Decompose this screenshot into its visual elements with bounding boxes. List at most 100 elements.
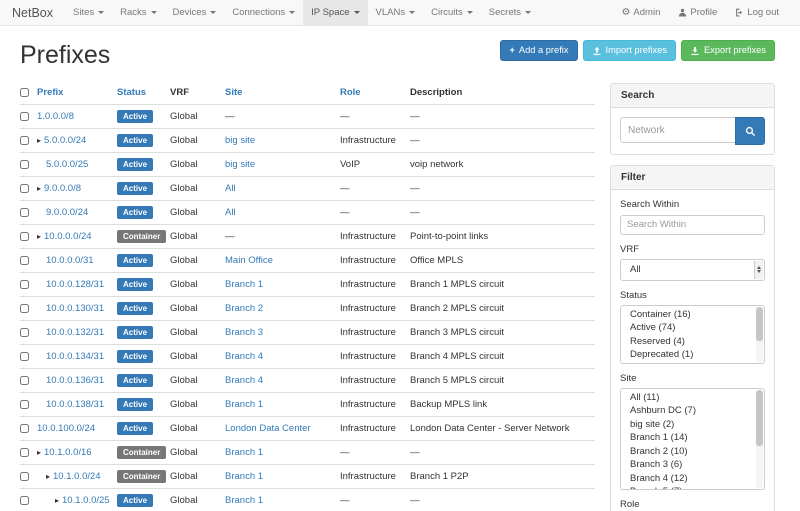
site-link[interactable]: Branch 4: [225, 351, 263, 362]
column-header-role[interactable]: Role: [340, 81, 410, 105]
vrf-select[interactable]: All: [620, 259, 765, 281]
row-checkbox[interactable]: [20, 352, 29, 361]
site-link[interactable]: big site: [225, 135, 255, 146]
search-input[interactable]: [620, 117, 735, 143]
vrf-cell: Global: [170, 369, 225, 393]
row-checkbox[interactable]: [20, 184, 29, 193]
prefix-link[interactable]: 10.0.100.0/24: [37, 423, 95, 434]
site-link[interactable]: London Data Center: [225, 423, 311, 434]
nav-item-profile[interactable]: Profile: [669, 0, 726, 25]
site-link[interactable]: Branch 1: [225, 471, 263, 482]
prefix-link[interactable]: 10.0.0.136/31: [46, 375, 104, 386]
listbox-option[interactable]: Deprecated (1): [621, 348, 764, 362]
row-checkbox[interactable]: [20, 472, 29, 481]
listbox-option[interactable]: Container (16): [621, 308, 764, 322]
prefix-link[interactable]: 10.0.0.130/31: [46, 303, 104, 314]
row-checkbox[interactable]: [20, 400, 29, 409]
listbox-option[interactable]: Branch 1 (14): [621, 431, 764, 445]
tree-indent: [37, 260, 46, 261]
site-link[interactable]: Branch 1: [225, 447, 263, 458]
search-within-input[interactable]: [620, 215, 765, 235]
row-checkbox[interactable]: [20, 496, 29, 505]
row-checkbox[interactable]: [20, 160, 29, 169]
prefix-link[interactable]: 1.0.0.0/8: [37, 111, 74, 122]
prefix-link[interactable]: 9.0.0.0/8: [44, 183, 81, 194]
listbox-option[interactable]: Active (74): [621, 321, 764, 335]
prefix-cell: 10.0.0.134/31: [37, 345, 117, 369]
prefix-link[interactable]: 10.0.0.132/31: [46, 327, 104, 338]
scrollbar-thumb[interactable]: [756, 390, 763, 447]
site-link[interactable]: Branch 1: [225, 399, 263, 410]
row-checkbox[interactable]: [20, 256, 29, 265]
nav-item-label: Profile: [690, 7, 717, 18]
row-checkbox[interactable]: [20, 112, 29, 121]
nav-item-sites[interactable]: Sites: [65, 0, 112, 25]
prefix-link[interactable]: 10.0.0.128/31: [46, 279, 104, 290]
column-header-prefix[interactable]: Prefix: [37, 81, 117, 105]
site-link[interactable]: big site: [225, 159, 255, 170]
prefix-cell: ▸10.1.0.0/24: [37, 465, 117, 489]
site-link[interactable]: Branch 1: [225, 495, 263, 506]
prefix-link[interactable]: 10.0.0.0/31: [46, 255, 94, 266]
nav-item-vlans[interactable]: VLANs: [368, 0, 424, 25]
row-checkbox[interactable]: [20, 376, 29, 385]
site-link[interactable]: All: [225, 183, 236, 194]
listbox-option[interactable]: Reserved (4): [621, 335, 764, 349]
import-prefixes-button[interactable]: Import prefixes: [583, 40, 676, 61]
prefix-link[interactable]: 10.1.0.0/25: [62, 495, 110, 506]
listbox-option[interactable]: Ashburn DC (7): [621, 404, 764, 418]
add-prefix-button[interactable]: + Add a prefix: [500, 40, 577, 61]
listbox-option[interactable]: big site (2): [621, 418, 764, 432]
listbox-option[interactable]: Branch 4 (12): [621, 472, 764, 486]
status-badge: Container: [117, 446, 166, 459]
nav-item-connections[interactable]: Connections: [224, 0, 303, 25]
vrf-cell: Global: [170, 297, 225, 321]
row-checkbox[interactable]: [20, 424, 29, 433]
nav-item-devices[interactable]: Devices: [165, 0, 225, 25]
site-link[interactable]: Branch 4: [225, 375, 263, 386]
prefix-link[interactable]: 5.0.0.0/25: [46, 159, 88, 170]
prefix-link[interactable]: 10.1.0.0/16: [44, 447, 92, 458]
prefix-link[interactable]: 10.0.0.134/31: [46, 351, 104, 362]
status-listbox[interactable]: Container (16)Active (74)Reserved (4)Dep…: [620, 305, 765, 364]
nav-item-log-out[interactable]: Log out: [726, 0, 788, 25]
listbox-option[interactable]: All (11): [621, 391, 764, 405]
prefix-link[interactable]: 9.0.0.0/24: [46, 207, 88, 218]
search-button[interactable]: [735, 117, 765, 145]
select-all-checkbox[interactable]: [20, 88, 29, 97]
row-checkbox[interactable]: [20, 208, 29, 217]
row-select-cell: [20, 465, 37, 489]
export-prefixes-button[interactable]: Export prefixes: [681, 40, 775, 61]
prefix-link[interactable]: 10.1.0.0/24: [53, 471, 101, 482]
nav-item-racks[interactable]: Racks: [112, 0, 164, 25]
nav-item-ip-space[interactable]: IP Space: [303, 0, 367, 25]
row-checkbox[interactable]: [20, 232, 29, 241]
status-badge: Active: [117, 374, 153, 387]
listbox-option[interactable]: Branch 3 (6): [621, 458, 764, 472]
brand-logo[interactable]: NetBox: [12, 0, 65, 25]
column-header-status[interactable]: Status: [117, 81, 170, 105]
site-link[interactable]: All: [225, 207, 236, 218]
row-checkbox[interactable]: [20, 136, 29, 145]
row-checkbox[interactable]: [20, 304, 29, 313]
nav-item-circuits[interactable]: Circuits: [423, 0, 481, 25]
status-cell: Active: [117, 177, 170, 201]
site-link[interactable]: Main Office: [225, 255, 273, 266]
site-link[interactable]: Branch 3: [225, 327, 263, 338]
row-checkbox[interactable]: [20, 328, 29, 337]
row-checkbox[interactable]: [20, 448, 29, 457]
nav-item-secrets[interactable]: Secrets: [481, 0, 539, 25]
listbox-option[interactable]: Branch 5 (7): [621, 485, 764, 490]
prefix-link[interactable]: 10.0.0.138/31: [46, 399, 104, 410]
site-listbox[interactable]: All (11)Ashburn DC (7)big site (2)Branch…: [620, 388, 765, 490]
row-checkbox[interactable]: [20, 280, 29, 289]
site-link[interactable]: Branch 2: [225, 303, 263, 314]
site-link[interactable]: Branch 1: [225, 279, 263, 290]
status-badge: Active: [117, 110, 153, 123]
prefix-link[interactable]: 5.0.0.0/24: [44, 135, 86, 146]
nav-item-admin[interactable]: ⚙Admin: [612, 0, 669, 25]
prefix-link[interactable]: 10.0.0.0/24: [44, 231, 92, 242]
column-header-site[interactable]: Site: [225, 81, 340, 105]
scrollbar-thumb[interactable]: [756, 307, 763, 341]
listbox-option[interactable]: Branch 2 (10): [621, 445, 764, 459]
